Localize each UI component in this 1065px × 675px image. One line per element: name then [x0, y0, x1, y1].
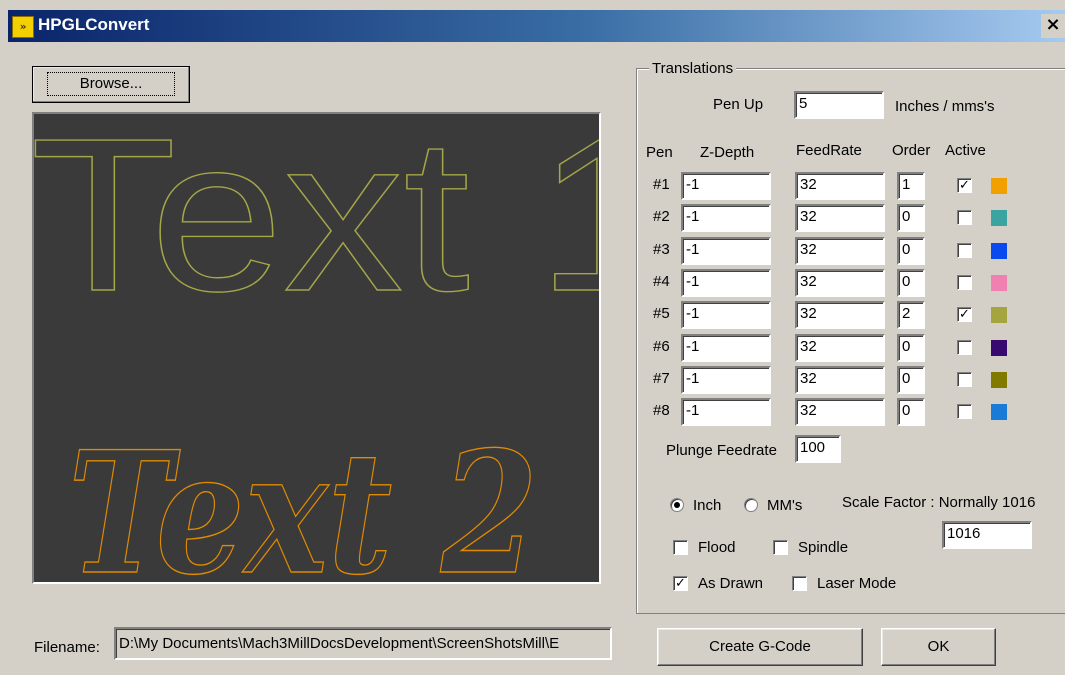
hpglconvert-window: » HPGLConvert × Browse... Text 1 Text 2 … — [0, 0, 1065, 675]
laser-mode-label: Laser Mode — [817, 575, 897, 592]
pen-id-label: #4 — [653, 273, 670, 290]
pen-color-swatch — [991, 178, 1007, 194]
pen-id-label: #1 — [653, 176, 670, 193]
pen-zdepth-field[interactable]: -1 — [681, 204, 771, 232]
plunge-feedrate-label: Plunge Feedrate — [666, 442, 777, 459]
pen-color-swatch — [991, 307, 1007, 323]
scale-factor-field[interactable]: 1016 — [942, 521, 1032, 549]
spindle-label: Spindle — [798, 539, 849, 556]
as-drawn-label: As Drawn — [698, 575, 764, 592]
pen-color-swatch — [991, 243, 1007, 259]
header-active: Active — [945, 142, 986, 159]
pen-order-field[interactable]: 0 — [897, 366, 925, 394]
pen-feedrate-field[interactable]: 32 — [795, 269, 885, 297]
flood-label: Flood — [698, 539, 736, 556]
pen-active-checkbox[interactable] — [957, 243, 972, 258]
pen-feedrate-field[interactable]: 32 — [795, 204, 885, 232]
laser-mode-checkbox[interactable] — [792, 576, 807, 591]
header-pen: Pen — [646, 144, 673, 161]
pen-id-label: #6 — [653, 338, 670, 355]
pen-id-label: #8 — [653, 402, 670, 419]
flood-checkbox[interactable] — [673, 540, 688, 555]
pen-order-field[interactable]: 0 — [897, 334, 925, 362]
pen-zdepth-field[interactable]: -1 — [681, 334, 771, 362]
pen-zdepth-field[interactable]: -1 — [681, 398, 771, 426]
pen-id-label: #5 — [653, 305, 670, 322]
units-label: Inches / mms's — [895, 98, 995, 115]
pen-order-field[interactable]: 1 — [897, 172, 925, 200]
browse-button[interactable]: Browse... — [32, 66, 190, 103]
pen-color-swatch — [991, 210, 1007, 226]
pen-color-swatch — [991, 340, 1007, 356]
close-icon[interactable]: × — [1041, 14, 1065, 38]
pen-active-checkbox[interactable] — [957, 210, 972, 225]
pen-color-swatch — [991, 372, 1007, 388]
inch-radio[interactable] — [670, 498, 684, 512]
preview-text-1: Text 1 — [34, 114, 599, 337]
pen-feedrate-field[interactable]: 32 — [795, 366, 885, 394]
pen-active-checkbox[interactable] — [957, 404, 972, 419]
filename-label: Filename: — [34, 639, 100, 656]
pen-zdepth-field[interactable]: -1 — [681, 237, 771, 265]
create-gcode-button[interactable]: Create G-Code — [657, 628, 863, 666]
header-feedrate: FeedRate — [796, 142, 862, 159]
filename-field: D:\My Documents\Mach3MillDocsDevelopment… — [114, 627, 612, 660]
pen-zdepth-field[interactable]: -1 — [681, 269, 771, 297]
header-zdepth: Z-Depth — [700, 144, 755, 161]
mm-radio[interactable] — [744, 498, 758, 512]
as-drawn-checkbox[interactable]: ✓ — [673, 576, 688, 591]
title-bar[interactable]: » HPGLConvert × — [8, 10, 1065, 42]
pen-up-label: Pen Up — [713, 96, 764, 113]
pen-active-checkbox[interactable] — [957, 372, 972, 387]
ok-button[interactable]: OK — [881, 628, 996, 666]
pen-order-field[interactable]: 0 — [897, 237, 925, 265]
scale-factor-label: Scale Factor : Normally 1016 — [842, 494, 1036, 511]
window-title: HPGLConvert — [38, 15, 150, 34]
hpgl-preview-canvas: Text 1 Text 2 — [32, 112, 601, 584]
preview-text-2: Text 2 — [68, 414, 538, 582]
pen-active-checkbox[interactable] — [957, 340, 972, 355]
spindle-checkbox[interactable] — [773, 540, 788, 555]
app-icon: » — [12, 16, 34, 38]
translations-legend: Translations — [649, 60, 737, 77]
pen-active-checkbox[interactable]: ✓ — [957, 307, 972, 322]
pen-active-checkbox[interactable] — [957, 275, 972, 290]
pen-feedrate-field[interactable]: 32 — [795, 398, 885, 426]
pen-up-field[interactable]: 5 — [794, 91, 884, 119]
pen-order-field[interactable]: 0 — [897, 269, 925, 297]
pen-feedrate-field[interactable]: 32 — [795, 301, 885, 329]
pen-feedrate-field[interactable]: 32 — [795, 334, 885, 362]
pen-zdepth-field[interactable]: -1 — [681, 301, 771, 329]
pen-order-field[interactable]: 2 — [897, 301, 925, 329]
plunge-feedrate-field[interactable]: 100 — [795, 435, 841, 463]
pen-id-label: #3 — [653, 241, 670, 258]
pen-zdepth-field[interactable]: -1 — [681, 172, 771, 200]
pen-order-field[interactable]: 0 — [897, 204, 925, 232]
pen-order-field[interactable]: 0 — [897, 398, 925, 426]
mm-radio-label: MM's — [767, 497, 803, 514]
pen-feedrate-field[interactable]: 32 — [795, 237, 885, 265]
inch-radio-label: Inch — [693, 497, 722, 514]
pen-feedrate-field[interactable]: 32 — [795, 172, 885, 200]
browse-button-label: Browse... — [46, 72, 176, 96]
pen-color-swatch — [991, 275, 1007, 291]
pen-color-swatch — [991, 404, 1007, 420]
header-order: Order — [892, 142, 931, 159]
pen-active-checkbox[interactable]: ✓ — [957, 178, 972, 193]
pen-id-label: #7 — [653, 370, 670, 387]
pen-id-label: #2 — [653, 208, 670, 225]
pen-zdepth-field[interactable]: -1 — [681, 366, 771, 394]
